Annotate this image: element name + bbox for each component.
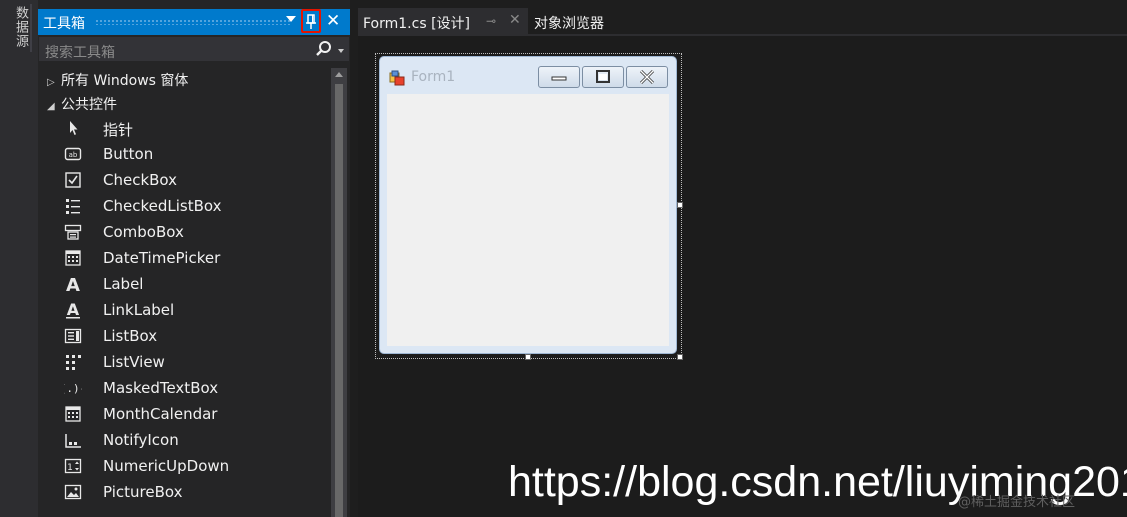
side-tab-indicator bbox=[30, 4, 32, 52]
toolbox-item-linklabel[interactable]: A LinkLabel bbox=[64, 297, 334, 323]
picturebox-icon bbox=[64, 484, 82, 500]
toolbox-item-combobox[interactable]: ComboBox bbox=[64, 219, 334, 245]
minimize-button[interactable] bbox=[538, 66, 580, 88]
collapse-arrow-icon: ◢ bbox=[47, 101, 55, 112]
svg-text:(.)-: (.)- bbox=[64, 382, 82, 395]
auto-hide-pin-button[interactable] bbox=[301, 9, 321, 33]
svg-text:A: A bbox=[67, 301, 80, 319]
checkbox-icon bbox=[65, 172, 81, 188]
monthcalendar-icon bbox=[65, 406, 81, 422]
tab-pin-icon[interactable]: ⊸ bbox=[486, 14, 496, 28]
resize-handle-bottom[interactable] bbox=[525, 354, 531, 360]
toolbox-item-checkedlistbox[interactable]: CheckedListBox bbox=[64, 193, 334, 219]
toolbox-item-listview[interactable]: ListView bbox=[64, 349, 334, 375]
button-icon: ab bbox=[64, 147, 82, 161]
notifyicon-icon bbox=[65, 434, 81, 448]
form-designer-surface[interactable]: Form1 bbox=[358, 36, 1127, 517]
item-label: 指针 bbox=[103, 121, 134, 139]
toolbox-item-notifyicon[interactable]: NotifyIcon bbox=[64, 427, 334, 453]
item-label: ComboBox bbox=[103, 223, 184, 241]
resize-handle-right[interactable] bbox=[677, 202, 683, 208]
form-app-icon bbox=[389, 70, 405, 86]
tab-object-browser[interactable]: 对象浏览器 bbox=[534, 13, 604, 33]
numericupdown-icon: 1 bbox=[64, 458, 82, 474]
toolbox-item-numericupdown[interactable]: 1 NumericUpDown bbox=[64, 453, 334, 479]
resize-handle-corner[interactable] bbox=[677, 354, 683, 360]
toolbox-item-monthcalendar[interactable]: MonthCalendar bbox=[64, 401, 334, 427]
item-label: ListView bbox=[103, 353, 165, 371]
item-label: Button bbox=[103, 145, 154, 163]
toolbox-item-checkbox[interactable]: CheckBox bbox=[64, 167, 334, 193]
toolbox-item-label[interactable]: A Label bbox=[64, 271, 334, 297]
item-label: CheckBox bbox=[103, 171, 178, 189]
label-icon: A bbox=[66, 275, 80, 293]
item-label: CheckedListBox bbox=[103, 197, 222, 215]
group-common-controls[interactable]: ◢ 公共控件 bbox=[47, 94, 117, 114]
tab-close-icon[interactable]: ✕ bbox=[509, 12, 521, 28]
scroll-thumb[interactable] bbox=[335, 84, 343, 517]
svg-text:ab: ab bbox=[69, 151, 78, 159]
toolbox-title-bar[interactable]: 工具箱 ✕ bbox=[38, 9, 350, 35]
site-watermark: @稀土掘金技术社区 bbox=[958, 495, 1076, 510]
toolbox-panel: 工具箱 ✕ 搜索工具箱 ▷ 所有 Windows 窗体 ◢ 公共控件 指针 ab bbox=[38, 0, 350, 517]
maskedtextbox-icon: (.)- bbox=[64, 382, 82, 395]
item-label: MonthCalendar bbox=[103, 405, 218, 423]
maximize-icon bbox=[596, 70, 610, 83]
toolbox-item-maskedtextbox[interactable]: (.)- MaskedTextBox bbox=[64, 375, 334, 401]
form-client-area[interactable] bbox=[387, 94, 669, 346]
form-title: Form1 bbox=[411, 69, 456, 85]
toolbox-item-pointer[interactable]: 指针 bbox=[64, 115, 334, 141]
tab-form1-design[interactable]: Form1.cs [设计] ⊸ ✕ bbox=[358, 8, 528, 34]
pin-icon bbox=[306, 14, 316, 29]
item-label: LinkLabel bbox=[103, 301, 175, 319]
toolbox-item-picturebox[interactable]: PictureBox bbox=[64, 479, 334, 505]
toolbox-scrollbar[interactable] bbox=[331, 68, 347, 517]
datasource-side-tab[interactable]: 数据源 bbox=[11, 6, 30, 48]
search-placeholder: 搜索工具箱 bbox=[45, 45, 115, 61]
toolbox-title: 工具箱 bbox=[43, 16, 85, 32]
maximize-button[interactable] bbox=[582, 66, 624, 88]
svg-text:A: A bbox=[66, 275, 80, 293]
group-label: 所有 Windows 窗体 bbox=[61, 73, 189, 89]
expand-arrow-icon: ▷ bbox=[47, 77, 55, 88]
item-label: NotifyIcon bbox=[103, 431, 179, 449]
window-position-dropdown-icon[interactable] bbox=[286, 16, 296, 22]
close-button[interactable] bbox=[626, 66, 668, 88]
toolbox-item-listbox[interactable]: ListBox bbox=[64, 323, 334, 349]
toolbox-item-datetimepicker[interactable]: DateTimePicker bbox=[64, 245, 334, 271]
listview-icon bbox=[66, 355, 81, 370]
search-icon[interactable] bbox=[315, 40, 333, 58]
close-x-icon bbox=[639, 69, 655, 85]
close-icon[interactable]: ✕ bbox=[326, 11, 340, 31]
item-label: ListBox bbox=[103, 327, 158, 345]
editor-area: Form1.cs [设计] ⊸ ✕ 对象浏览器 Form1 bbox=[358, 0, 1127, 517]
item-label: DateTimePicker bbox=[103, 249, 221, 267]
item-label: NumericUpDown bbox=[103, 457, 230, 475]
datetimepicker-icon bbox=[65, 250, 81, 266]
toolbox-search-input[interactable]: 搜索工具箱 bbox=[39, 37, 349, 61]
side-tab-strip: 数据源 bbox=[0, 0, 38, 517]
item-label: PictureBox bbox=[103, 483, 183, 501]
listbox-icon bbox=[64, 328, 82, 344]
group-all-windows-forms[interactable]: ▷ 所有 Windows 窗体 bbox=[47, 70, 188, 90]
toolbox-item-button[interactable]: ab Button bbox=[64, 141, 334, 167]
minimize-icon bbox=[551, 76, 567, 81]
item-label: MaskedTextBox bbox=[103, 379, 219, 397]
tab-label: Form1.cs [设计] bbox=[363, 16, 470, 32]
linklabel-icon: A bbox=[66, 301, 80, 319]
scroll-up-icon[interactable] bbox=[335, 72, 343, 77]
pointer-icon bbox=[70, 121, 78, 135]
item-label: Label bbox=[103, 275, 144, 293]
designer-form-window[interactable]: Form1 bbox=[379, 56, 677, 354]
group-label: 公共控件 bbox=[61, 97, 117, 113]
checkedlistbox-icon bbox=[66, 199, 80, 214]
drag-grip[interactable] bbox=[95, 19, 290, 25]
search-options-dropdown-icon[interactable] bbox=[338, 49, 344, 53]
svg-text:1: 1 bbox=[67, 463, 73, 473]
combobox-icon bbox=[64, 224, 82, 240]
document-tab-bar: Form1.cs [设计] ⊸ ✕ 对象浏览器 bbox=[358, 8, 1127, 34]
